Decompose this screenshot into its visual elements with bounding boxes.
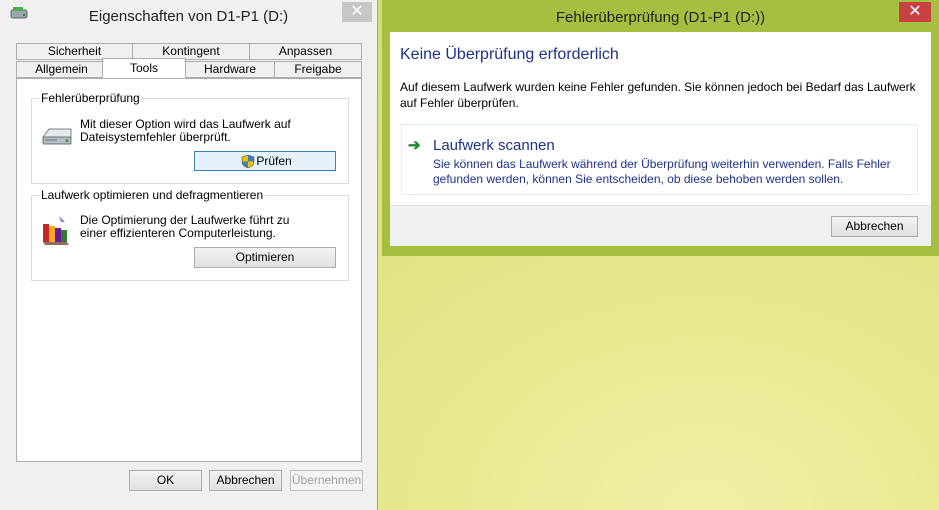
defrag-icon	[43, 216, 69, 245]
error-check-window: Fehlerüberprüfung (D1-P1 (D:)) ✕ Keine Ü…	[382, 0, 939, 256]
hard-drive-icon	[42, 128, 72, 145]
optimize-description: Die Optimierung der Laufwerke führt zu e…	[80, 213, 290, 240]
check-button[interactable]: Prüfen	[194, 151, 336, 171]
ok-button[interactable]: OK	[129, 470, 202, 491]
error-check-content: Keine Überprüfung erforderlich Auf diese…	[390, 32, 931, 246]
properties-titlebar[interactable]: Eigenschaften von D1-P1 (D:) ✕	[0, 0, 377, 32]
properties-window: Eigenschaften von D1-P1 (D:) ✕ Sicherhei…	[0, 0, 378, 510]
optimize-button[interactable]: Optimieren	[194, 247, 336, 268]
properties-title: Eigenschaften von D1-P1 (D:)	[88, 8, 289, 25]
error-check-group-title: Fehlerüberprüfung	[39, 91, 142, 105]
apply-button[interactable]: Übernehmen	[290, 470, 363, 491]
tab-anpassen[interactable]: Anpassen	[249, 43, 362, 60]
scan-drive-description: Sie können das Laufwerk während der Über…	[433, 157, 891, 186]
uac-shield-icon	[241, 154, 255, 169]
tab-allgemein[interactable]: Allgemein	[16, 61, 107, 78]
tab-hardware[interactable]: Hardware	[185, 61, 275, 78]
optimize-group: Laufwerk optimieren und defragmentieren …	[31, 188, 349, 281]
scan-drive-title: Laufwerk scannen	[433, 137, 555, 154]
error-check-close-button[interactable]: ✕	[899, 2, 931, 22]
error-check-cancel-button[interactable]: Abbrechen	[831, 216, 918, 237]
tab-tools[interactable]: Tools	[102, 58, 186, 78]
scan-drive-command-link[interactable]: ➔ Laufwerk scannen Sie können das Laufwe…	[401, 124, 918, 195]
green-arrow-icon: ➔	[408, 137, 421, 154]
error-check-heading: Keine Überprüfung erforderlich	[400, 46, 619, 63]
error-check-description: Mit dieser Option wird das Laufwerk auf …	[80, 117, 291, 144]
check-button-label: Prüfen	[256, 154, 292, 168]
optimize-group-title: Laufwerk optimieren und defragmentieren	[39, 188, 266, 202]
properties-close-button[interactable]: ✕	[342, 2, 372, 22]
cancel-button[interactable]: Abbrechen	[209, 470, 282, 491]
error-check-description-text: Auf diesem Laufwerk wurden keine Fehler …	[400, 80, 916, 110]
error-check-footer: Abbrechen	[390, 205, 931, 246]
tab-freigabe[interactable]: Freigabe	[274, 61, 362, 78]
error-check-title: Fehlerüberprüfung (D1-P1 (D:))	[555, 9, 766, 26]
error-check-titlebar[interactable]: Fehlerüberprüfung (D1-P1 (D:)) ✕	[382, 0, 939, 32]
error-check-group: Fehlerüberprüfung Mit dieser Option wird…	[31, 91, 349, 184]
tools-tab-panel: Fehlerüberprüfung Mit dieser Option wird…	[16, 78, 362, 462]
